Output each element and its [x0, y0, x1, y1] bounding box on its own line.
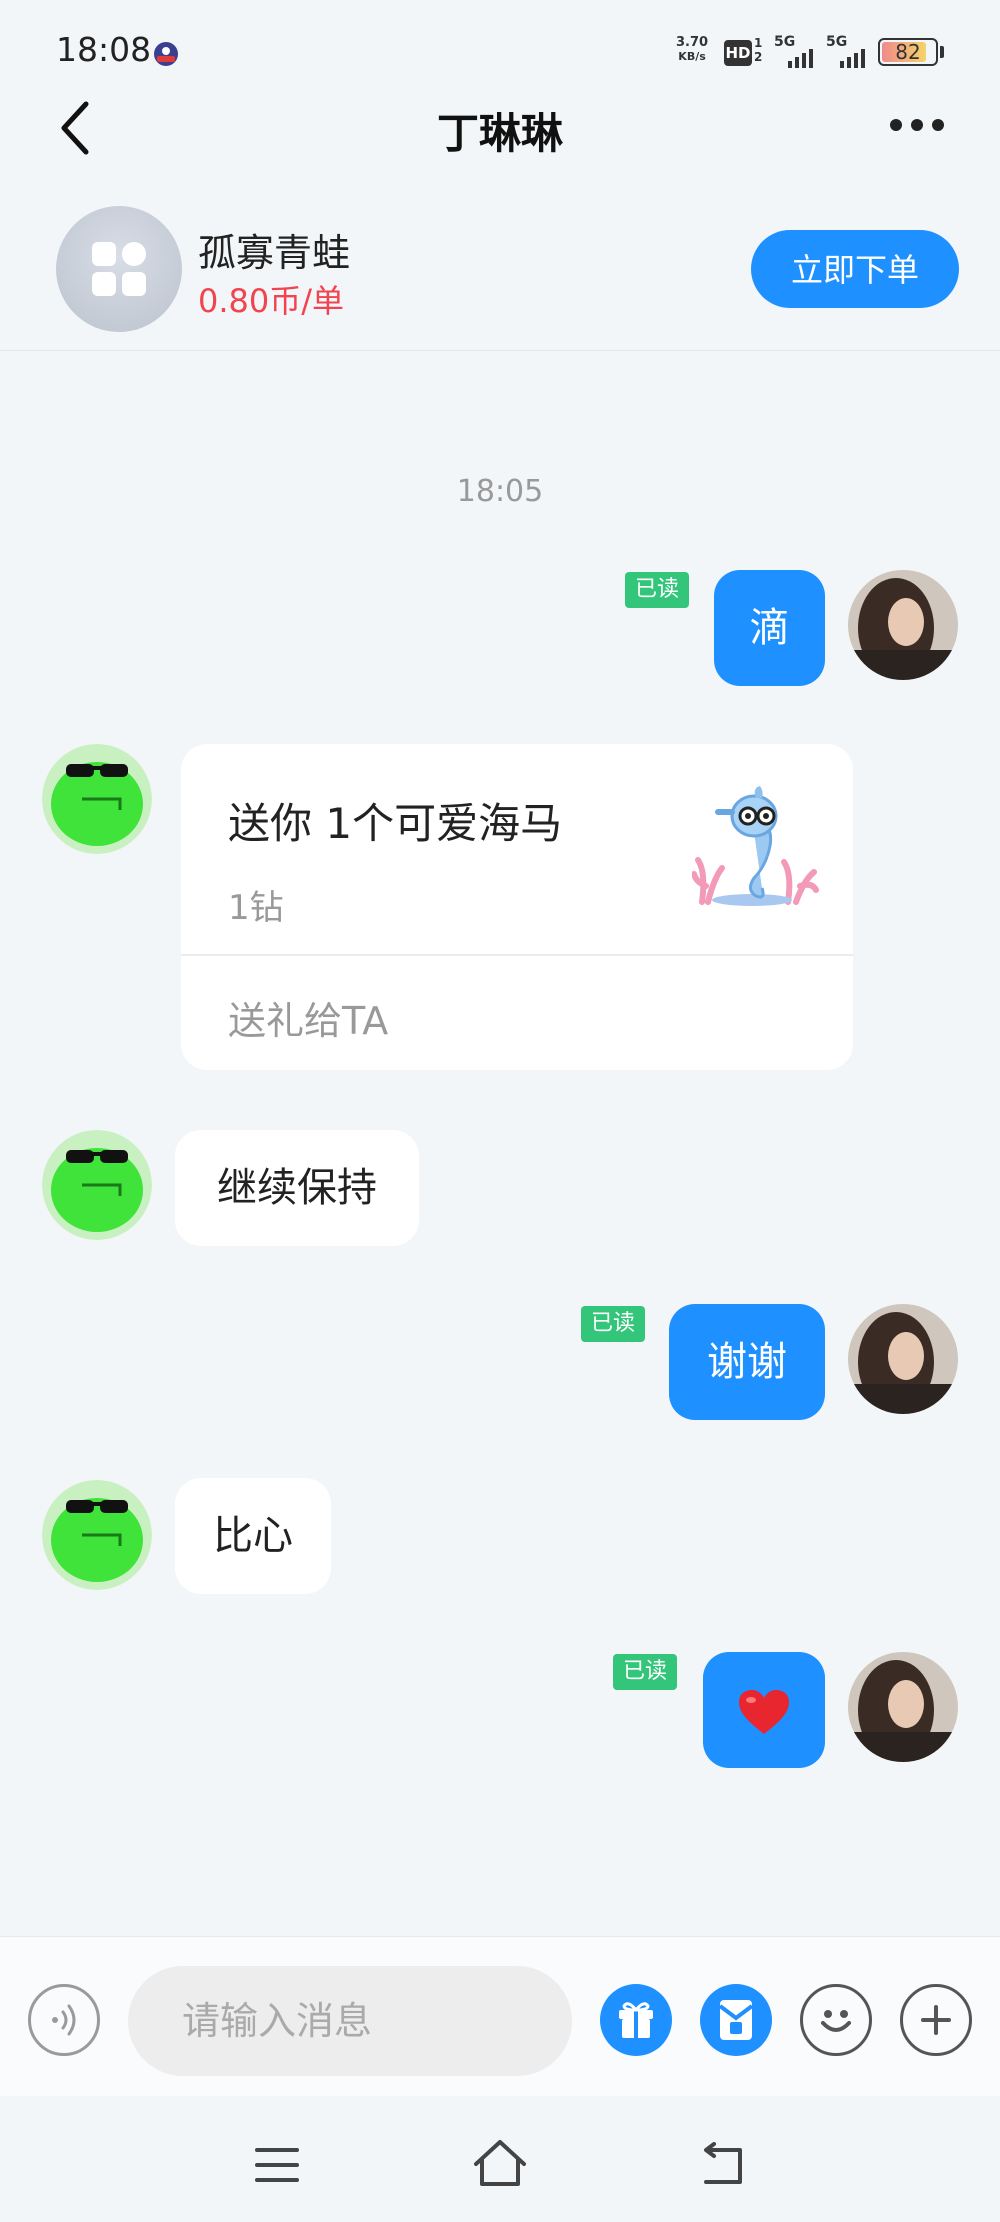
contact-avatar[interactable]	[42, 1480, 152, 1590]
more-dots-icon[interactable]	[890, 110, 954, 140]
read-receipt-badge: 已读	[581, 1306, 646, 1342]
voice-icon[interactable]	[28, 1984, 100, 2056]
menu-icon[interactable]	[254, 2146, 300, 2184]
emoji-icon[interactable]	[800, 1984, 872, 2056]
sim-2-label: 2	[754, 50, 763, 64]
nav-back-icon[interactable]	[698, 2142, 748, 2186]
read-receipt-badge: 已读	[625, 572, 690, 608]
signal-strength-icon: 5G	[774, 34, 818, 68]
contact-avatar[interactable]	[42, 1130, 152, 1240]
gift-divider	[181, 954, 853, 956]
user-avatar[interactable]	[848, 1304, 958, 1414]
network-speed: 3.70 KB/s	[676, 36, 708, 64]
service-price: 0.80币/单	[198, 282, 345, 320]
network-speed-unit: KB/s	[678, 50, 706, 63]
user-avatar[interactable]	[848, 1652, 958, 1762]
gift-title: 送你 1个可爱海马	[228, 799, 563, 848]
gift-icon[interactable]	[600, 1984, 672, 2056]
service-name: 孤寡青蛙	[198, 231, 351, 275]
message-input[interactable]	[128, 1966, 572, 2076]
contact-avatar[interactable]	[42, 744, 152, 854]
service-grid-icon	[92, 242, 146, 296]
network-speed-value: 3.70	[676, 35, 709, 50]
page-title: 丁琳琳	[436, 109, 563, 158]
send-gift-link[interactable]: 送礼给TA	[228, 990, 388, 1045]
app-notification-icon	[154, 42, 178, 66]
signal-1-label: 5G	[774, 34, 796, 50]
plus-icon[interactable]	[900, 1984, 972, 2056]
profile-avatar[interactable]	[56, 206, 182, 332]
battery-cap	[940, 46, 944, 58]
battery-level: 82	[895, 40, 921, 64]
status-time: 18:08	[56, 30, 152, 69]
sent-message-bubble[interactable]: 谢谢	[669, 1304, 825, 1420]
chat-timestamp: 18:05	[456, 474, 544, 509]
received-message-bubble[interactable]: 继续保持	[175, 1130, 419, 1246]
read-receipt-badge: 已读	[613, 1654, 678, 1690]
hd-voice-badge: HD	[724, 40, 752, 66]
home-icon[interactable]	[472, 2138, 528, 2188]
sim-indicator: 1 2	[754, 36, 762, 64]
battery-icon: 82	[878, 38, 938, 66]
sent-message-bubble[interactable]: 滴	[714, 570, 825, 686]
signal-strength-icon: 5G	[826, 34, 870, 68]
divider	[0, 350, 1000, 351]
seahorse-gift-icon	[692, 786, 819, 906]
red-heart-icon	[739, 1690, 789, 1734]
received-message-bubble[interactable]: 比心	[175, 1478, 331, 1594]
order-now-button[interactable]: 立即下单	[751, 230, 959, 308]
red-packet-icon[interactable]	[700, 1984, 772, 2056]
gift-price: 1钻	[228, 888, 284, 928]
sim-1-label: 1	[754, 36, 763, 50]
signal-2-label: 5G	[826, 34, 848, 50]
sent-message-bubble[interactable]: ❤️	[703, 1652, 825, 1768]
user-avatar[interactable]	[848, 570, 958, 680]
